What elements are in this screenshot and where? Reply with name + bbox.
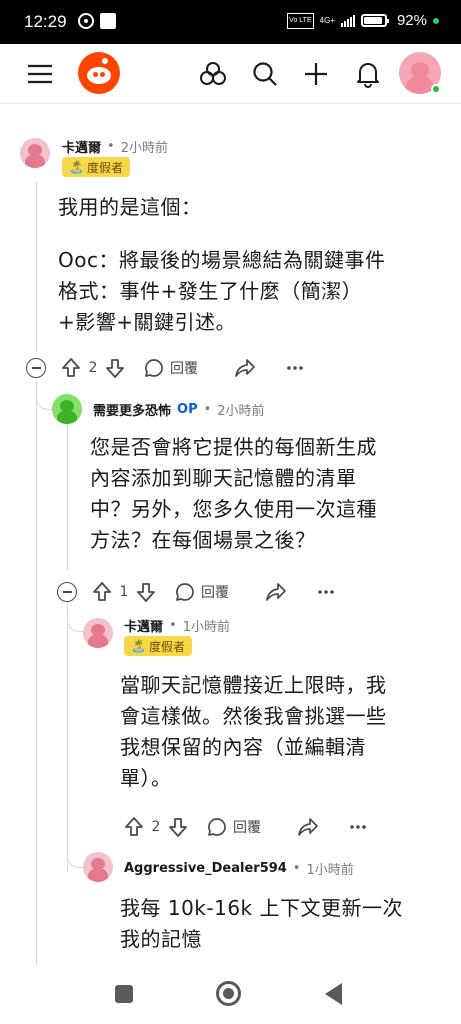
downvote-icon[interactable] (167, 816, 189, 838)
meta-separator: • (107, 139, 115, 154)
share-icon[interactable] (297, 817, 319, 837)
comment-actions: 2 回覆 (123, 814, 367, 840)
menu-icon[interactable] (24, 58, 56, 90)
notification-app-icon (78, 13, 94, 29)
vote-count: 2 (151, 819, 161, 835)
privacy-indicator-dot (433, 17, 439, 24)
online-status-dot (431, 84, 441, 94)
communities-icon[interactable] (197, 58, 229, 90)
comment-time: 1小時前 (182, 620, 230, 635)
island-emoji-icon: 🏝️ (131, 639, 146, 653)
comment-author[interactable]: 卡邁爾 (124, 616, 163, 635)
comment-actions: 2 回覆 (60, 355, 304, 381)
comment-paragraph: 我用的是這個： (58, 195, 202, 219)
battery-icon (360, 14, 389, 27)
thread-line (36, 380, 37, 970)
search-icon[interactable] (249, 58, 281, 90)
home-icon[interactable] (216, 981, 241, 1006)
recent-apps-icon[interactable] (115, 985, 133, 1003)
thread-line (67, 602, 68, 872)
thread-line (67, 425, 68, 570)
flair-label: 度假者 (86, 160, 123, 175)
comment-meta: 卡邁爾 • 2小時前 (62, 137, 168, 156)
share-icon[interactable] (234, 358, 256, 378)
vote-count: 2 (88, 360, 98, 376)
comment-avatar[interactable] (83, 852, 113, 882)
comment-paragraph: 我每 10k-16k 上下文更新一次 我的記憶 (120, 896, 403, 951)
comment-time: 1小時前 (306, 863, 354, 878)
comment-avatar[interactable] (52, 394, 82, 424)
comment-body: 您是否會將它提供的每個新生成 內容添加到聊天記憶體的清單 中？另外，您多久使用一… (90, 432, 445, 556)
comment-avatar[interactable] (20, 138, 50, 168)
comment-paragraph: 當聊天記憶體接近上限時，我 會這樣做。然後我會挑選一些 我想保留的內容（並編輯清… (120, 673, 387, 790)
reply-label: 回覆 (170, 361, 198, 377)
reply-button[interactable]: 回覆 (175, 582, 229, 602)
meta-separator: • (203, 402, 212, 417)
meta-separator: • (169, 618, 177, 633)
battery-percent: 92% (396, 12, 427, 29)
collapse-thread-button[interactable] (57, 582, 77, 602)
comment-body: 我用的是這個： Ooc：將最後的場景總結為關鍵事件 格式：事件+發生了什麼（簡潔… (58, 192, 448, 338)
comment-body: 當聊天記憶體接近上限時，我 會這樣做。然後我會挑選一些 我想保留的內容（並編輯清… (120, 670, 445, 794)
reply-label: 回覆 (201, 585, 229, 601)
island-emoji-icon: 🏝️ (69, 160, 84, 174)
comment-body: 我每 10k-16k 上下文更新一次 我的記憶 (120, 893, 445, 963)
comment-meta: 需要更多恐怖 OP • 2小時前 (93, 400, 265, 419)
reply-label: 回覆 (233, 820, 261, 836)
upvote-icon[interactable] (91, 581, 113, 603)
more-options-icon[interactable] (317, 589, 335, 595)
comment-author[interactable]: Aggressive_Dealer594 (124, 861, 287, 876)
upvote-icon[interactable] (60, 357, 82, 379)
reddit-logo-icon[interactable] (78, 52, 120, 94)
comment-author[interactable]: 需要更多恐怖 (93, 400, 171, 419)
bell-icon[interactable] (352, 58, 384, 90)
plus-icon[interactable] (300, 58, 332, 90)
back-icon[interactable] (325, 983, 342, 1005)
comment-meta: Aggressive_Dealer594 • 1小時前 (124, 859, 354, 878)
collapse-thread-button[interactable] (26, 358, 46, 378)
comment-paragraph: 您是否會將它提供的每個新生成 內容添加到聊天記憶體的清單 中？另外，您多久使用一… (90, 435, 377, 552)
comment-time: 2小時前 (217, 404, 265, 419)
thread-line (36, 182, 37, 352)
status-bar: 12:29 Vo LTE 4G+ 92% (0, 0, 461, 44)
comment-avatar[interactable] (83, 618, 113, 648)
network-type: 4G+ (319, 15, 335, 25)
share-icon[interactable] (265, 582, 287, 602)
more-options-icon[interactable] (349, 824, 367, 830)
op-badge: OP (177, 402, 198, 417)
user-flair: 🏝️ 度假者 (62, 157, 130, 177)
system-nav-bar (0, 966, 461, 1024)
signal-icon (340, 14, 355, 27)
notification-image-icon (100, 13, 116, 29)
meta-separator: • (292, 861, 301, 876)
more-options-icon[interactable] (286, 365, 304, 371)
upvote-icon[interactable] (123, 816, 145, 838)
reply-button[interactable]: 回覆 (207, 817, 261, 837)
top-nav (0, 44, 461, 104)
downvote-icon[interactable] (135, 581, 157, 603)
comment-time: 2小時前 (120, 141, 168, 156)
comment-paragraph: Ooc：將最後的場景總結為關鍵事件 格式：事件+發生了什麼（簡潔） +影響+關鍵… (58, 248, 386, 334)
comment-meta: 卡邁爾 • 1小時前 (124, 616, 230, 635)
user-flair: 🏝️ 度假者 (124, 636, 192, 656)
comment-author[interactable]: 卡邁爾 (62, 137, 101, 156)
reply-button[interactable]: 回覆 (144, 358, 198, 378)
comment-actions: 1 回覆 (91, 579, 335, 605)
volte-icon: Vo LTE (287, 12, 314, 29)
downvote-icon[interactable] (104, 357, 126, 379)
vote-count: 1 (119, 584, 129, 600)
flair-label: 度假者 (148, 639, 185, 654)
status-time: 12:29 (24, 12, 67, 31)
